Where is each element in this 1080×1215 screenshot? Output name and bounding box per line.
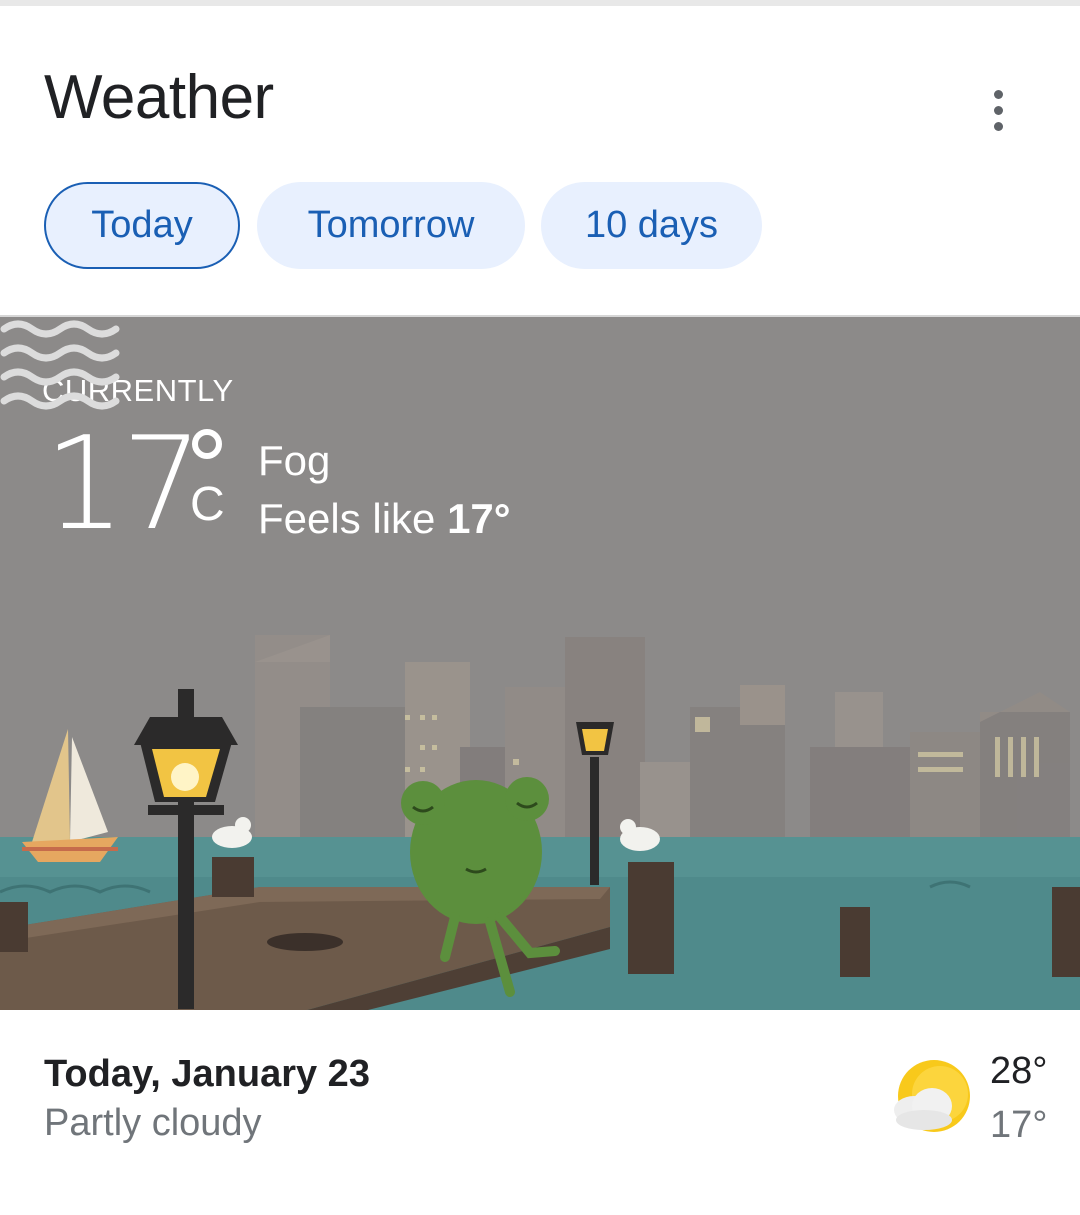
degree-symbol <box>192 429 222 459</box>
current-condition: Fog <box>258 437 331 484</box>
forecast-low: 17° <box>990 1104 1048 1146</box>
current-weather-illustration: CURRENTLY 17 C Fog Feels like 17° <box>0 315 1080 1010</box>
temperature-unit: C <box>190 478 225 531</box>
forecast-date: Today, January 23 <box>44 1053 370 1095</box>
page-title: Weather <box>44 63 274 132</box>
feels-like-label: Feels like <box>258 495 436 542</box>
top-divider <box>0 0 1080 6</box>
feels-like: Feels like 17° <box>258 495 511 543</box>
more-options-icon[interactable] <box>978 84 1018 136</box>
tab-today[interactable]: Today <box>44 182 240 269</box>
tab-tomorrow[interactable]: Tomorrow <box>257 182 525 269</box>
current-temperature: 17 <box>44 410 203 559</box>
tab-10-days[interactable]: 10 days <box>541 182 762 269</box>
feels-like-value: 17° <box>447 495 511 542</box>
fog-icon <box>0 320 120 410</box>
forecast-high: 28° <box>990 1050 1048 1092</box>
forecast-condition: Partly cloudy <box>44 1102 262 1144</box>
partly-cloudy-icon <box>894 1060 970 1132</box>
